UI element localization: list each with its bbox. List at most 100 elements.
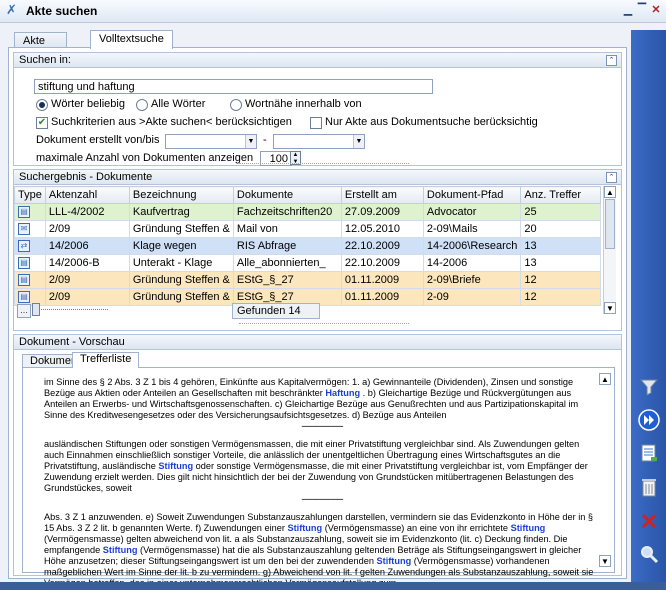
type-cell: ▤ <box>14 288 46 306</box>
collapse-results-icon[interactable]: ⌃ <box>606 172 617 183</box>
scroll-thumb[interactable] <box>605 199 615 249</box>
column-header[interactable]: Type <box>14 186 46 204</box>
document-icon: ▤ <box>18 257 30 270</box>
table-row[interactable]: ▤ 2/09 Gründung Steffen & EStG_§_27 01.11.20… <box>14 271 602 289</box>
minimize-icon[interactable]: ▁ <box>622 3 634 17</box>
cell-erstellt: 12.05.2010 <box>340 220 424 238</box>
mail-icon: ✉ <box>18 223 30 236</box>
column-header[interactable]: Anz. Treffer <box>520 186 602 204</box>
cell-pfad: 2-09 <box>422 288 522 306</box>
highlighted-term: Stiftung <box>158 461 194 471</box>
table-row[interactable]: ✉ 2/09 Gründung Steffen & Mail von 12.05.201… <box>14 220 602 238</box>
tab-volltextsuche[interactable]: Volltextsuche <box>90 30 173 49</box>
highlighted-term: Stiftung <box>287 523 323 533</box>
maximize-icon[interactable]: ▔ <box>636 3 648 17</box>
column-header[interactable]: Dokument-Pfad <box>422 186 522 204</box>
tab-trefferliste[interactable]: Trefferliste <box>72 352 140 368</box>
table-row[interactable]: ▤ 14/2006-B Unterakt - Klage Alle_abonniert… <box>14 254 602 272</box>
radio-woerter-beliebig[interactable] <box>36 99 48 111</box>
scroll-down-icon[interactable]: ▼ <box>599 555 611 567</box>
main-panel: Suchen in: ⌃ Wörter beliebig Alle Wörter… <box>8 47 627 588</box>
cell-dokumente: RIS Abfrage <box>232 237 342 255</box>
results-scrollbar[interactable]: ▲ ▼ <box>603 186 616 314</box>
table-row[interactable]: ⇄ 14/2006 Klage wegen RIS Abfrage 22.10.2009… <box>14 237 602 255</box>
cell-erstellt: 22.10.2009 <box>340 254 424 272</box>
cell-pfad: 2-09\Mails <box>422 220 522 238</box>
slider-thumb[interactable] <box>32 303 40 316</box>
found-count: Gefunden 14 <box>232 303 320 319</box>
check-suchkriterien[interactable]: ✔ <box>36 117 48 129</box>
fast-forward-icon[interactable] <box>638 409 660 431</box>
text-segment: (Vermögensmasse) an eine von ihr erricht… <box>322 523 511 533</box>
column-header[interactable]: Erstellt am <box>340 186 424 204</box>
results-header-label: Suchergebnis - Dokumente <box>19 171 153 183</box>
cell-dokumente: EStG_§_27 <box>232 271 342 289</box>
chevron-down-icon: ▼ <box>353 135 364 148</box>
collapse-search-icon[interactable]: ⌃ <box>606 55 617 66</box>
cell-treffer: 20 <box>520 220 602 238</box>
chevron-down-icon: ▼ <box>245 135 256 148</box>
radio-wortnaehe-label: Wortnähe innerhalb von <box>245 98 362 110</box>
magnifier-icon[interactable] <box>638 543 660 565</box>
cell-treffer: 12 <box>520 271 602 289</box>
date-from-combo[interactable]: ▼ <box>165 134 257 149</box>
max-docs-label: maximale Anzahl von Dokumenten anzeigen <box>36 152 254 164</box>
cell-bezeichnung: Unterakt - Klage <box>128 254 234 272</box>
column-header[interactable]: Bezeichnung <box>128 186 234 204</box>
radio-wortnaehe[interactable] <box>230 99 242 111</box>
type-cell: ⇄ <box>14 237 46 255</box>
funnel-icon[interactable] <box>638 376 660 398</box>
scroll-up-icon[interactable]: ▲ <box>604 186 616 198</box>
column-header[interactable]: Aktenzahl <box>44 186 130 204</box>
preview-header-label: Dokument - Vorschau <box>19 336 125 348</box>
preview-group-header: Dokument - Vorschau <box>14 335 621 350</box>
cell-aktenzahl: LLL-4/2002 <box>44 203 130 221</box>
scroll-down-icon[interactable]: ▼ <box>604 302 616 314</box>
date-range-label: Dokument erstellt von/bis <box>36 134 160 146</box>
document-list-icon[interactable] <box>638 442 660 464</box>
results-group-header: Suchergebnis - Dokumente ⌃ <box>14 170 621 185</box>
radio-alle-woerter[interactable] <box>136 99 148 111</box>
preview-scrollbar[interactable]: ▲ ▼ <box>599 373 611 567</box>
cell-pfad: 14-2006\Research <box>422 237 522 255</box>
type-cell: ▤ <box>14 271 46 289</box>
search-input[interactable] <box>34 79 433 94</box>
cell-erstellt: 27.09.2009 <box>340 203 424 221</box>
trash-icon[interactable] <box>638 476 660 498</box>
horizontal-slider[interactable] <box>32 309 108 312</box>
radio-alle-woerter-label: Alle Wörter <box>151 98 206 110</box>
table-row[interactable]: ▤ LLL-4/2002 Kaufvertrag Fachzeitschriften2… <box>14 203 602 221</box>
highlighted-term: Stiftung <box>102 545 138 555</box>
scroll-up-icon[interactable]: ▲ <box>599 373 611 385</box>
search-group-header: Suchen in: ⌃ <box>14 53 621 68</box>
cell-bezeichnung: Gründung Steffen & <box>128 220 234 238</box>
cell-erstellt: 22.10.2009 <box>340 237 424 255</box>
preview-text: im Sinne des § 2 Abs. 3 Z 1 bis 4 gehöre… <box>44 377 600 589</box>
check-nur-akte[interactable] <box>310 117 322 129</box>
search-header-label: Suchen in: <box>19 54 71 66</box>
search-tool-icon: ✗ <box>6 2 17 17</box>
cell-pfad: 2-09\Briefe <box>422 271 522 289</box>
more-icon[interactable]: … <box>17 304 31 318</box>
cell-erstellt: 01.11.2009 <box>340 288 424 306</box>
cell-dokumente: Alle_abonnierten_ <box>232 254 342 272</box>
cell-bezeichnung: Gründung Steffen & <box>128 288 234 306</box>
column-header[interactable]: Dokumente <box>232 186 342 204</box>
cell-bezeichnung: Klage wegen <box>128 237 234 255</box>
preview-paragraph: Abs. 3 Z 1 anzuwenden. e) Soweit Zuwendu… <box>44 512 600 589</box>
date-separator: - <box>263 134 267 146</box>
separator-line: -------------------- <box>301 494 343 504</box>
highlighted-term: Stiftung <box>510 523 546 533</box>
check-nur-akte-label: Nur Akte aus Dokumentsuche berücksichtig <box>325 116 538 128</box>
check-suchkriterien-label: Suchkriterien aus >Akte suchen< berücksi… <box>51 116 292 128</box>
splitter-grip[interactable] <box>239 323 409 327</box>
highlighted-term: Stiftung <box>376 556 412 566</box>
delete-x-icon[interactable] <box>638 510 660 532</box>
date-to-combo[interactable]: ▼ <box>273 134 365 149</box>
cell-dokumente: Mail von <box>232 220 342 238</box>
radio-woerter-beliebig-label: Wörter beliebig <box>51 98 125 110</box>
cell-aktenzahl: 14/2006 <box>44 237 130 255</box>
cell-aktenzahl: 2/09 <box>44 288 130 306</box>
splitter-grip[interactable] <box>239 163 409 167</box>
close-icon[interactable]: ✕ <box>650 3 662 17</box>
